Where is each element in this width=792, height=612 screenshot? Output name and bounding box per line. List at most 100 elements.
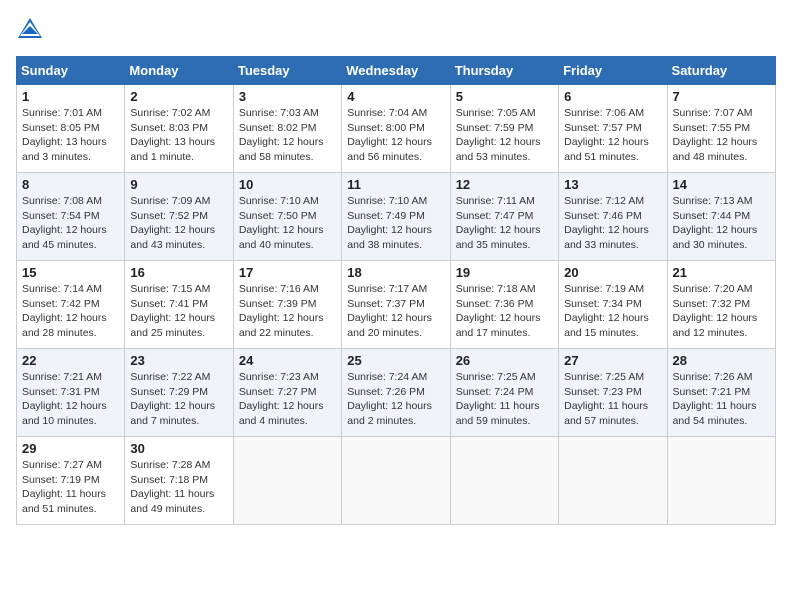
table-row: 10 Sunrise: 7:10 AMSunset: 7:50 PMDaylig… <box>233 173 341 261</box>
table-row <box>342 437 450 525</box>
table-row: 19 Sunrise: 7:18 AMSunset: 7:36 PMDaylig… <box>450 261 558 349</box>
table-row <box>667 437 775 525</box>
day-info: Sunrise: 7:28 AMSunset: 7:18 PMDaylight:… <box>130 459 214 515</box>
day-number: 6 <box>564 89 661 104</box>
day-number: 18 <box>347 265 444 280</box>
day-number: 12 <box>456 177 553 192</box>
col-sunday: Sunday <box>17 57 125 85</box>
table-row: 22 Sunrise: 7:21 AMSunset: 7:31 PMDaylig… <box>17 349 125 437</box>
day-number: 29 <box>22 441 119 456</box>
day-number: 4 <box>347 89 444 104</box>
table-row: 9 Sunrise: 7:09 AMSunset: 7:52 PMDayligh… <box>125 173 233 261</box>
table-row: 4 Sunrise: 7:04 AMSunset: 8:00 PMDayligh… <box>342 85 450 173</box>
day-info: Sunrise: 7:17 AMSunset: 7:37 PMDaylight:… <box>347 283 432 339</box>
table-row: 17 Sunrise: 7:16 AMSunset: 7:39 PMDaylig… <box>233 261 341 349</box>
table-row: 23 Sunrise: 7:22 AMSunset: 7:29 PMDaylig… <box>125 349 233 437</box>
day-info: Sunrise: 7:06 AMSunset: 7:57 PMDaylight:… <box>564 107 649 163</box>
day-info: Sunrise: 7:14 AMSunset: 7:42 PMDaylight:… <box>22 283 107 339</box>
day-number: 23 <box>130 353 227 368</box>
table-row: 20 Sunrise: 7:19 AMSunset: 7:34 PMDaylig… <box>559 261 667 349</box>
day-info: Sunrise: 7:04 AMSunset: 8:00 PMDaylight:… <box>347 107 432 163</box>
table-row: 16 Sunrise: 7:15 AMSunset: 7:41 PMDaylig… <box>125 261 233 349</box>
table-row: 8 Sunrise: 7:08 AMSunset: 7:54 PMDayligh… <box>17 173 125 261</box>
day-info: Sunrise: 7:07 AMSunset: 7:55 PMDaylight:… <box>673 107 758 163</box>
day-info: Sunrise: 7:03 AMSunset: 8:02 PMDaylight:… <box>239 107 324 163</box>
day-info: Sunrise: 7:08 AMSunset: 7:54 PMDaylight:… <box>22 195 107 251</box>
day-info: Sunrise: 7:11 AMSunset: 7:47 PMDaylight:… <box>456 195 541 251</box>
col-monday: Monday <box>125 57 233 85</box>
day-info: Sunrise: 7:15 AMSunset: 7:41 PMDaylight:… <box>130 283 215 339</box>
day-number: 14 <box>673 177 770 192</box>
table-row: 7 Sunrise: 7:07 AMSunset: 7:55 PMDayligh… <box>667 85 775 173</box>
day-number: 2 <box>130 89 227 104</box>
day-number: 26 <box>456 353 553 368</box>
table-row: 5 Sunrise: 7:05 AMSunset: 7:59 PMDayligh… <box>450 85 558 173</box>
day-number: 7 <box>673 89 770 104</box>
table-row: 1 Sunrise: 7:01 AMSunset: 8:05 PMDayligh… <box>17 85 125 173</box>
table-row: 21 Sunrise: 7:20 AMSunset: 7:32 PMDaylig… <box>667 261 775 349</box>
page-header <box>16 16 776 44</box>
table-row: 18 Sunrise: 7:17 AMSunset: 7:37 PMDaylig… <box>342 261 450 349</box>
day-number: 27 <box>564 353 661 368</box>
day-number: 21 <box>673 265 770 280</box>
table-row: 12 Sunrise: 7:11 AMSunset: 7:47 PMDaylig… <box>450 173 558 261</box>
table-row: 25 Sunrise: 7:24 AMSunset: 7:26 PMDaylig… <box>342 349 450 437</box>
day-info: Sunrise: 7:18 AMSunset: 7:36 PMDaylight:… <box>456 283 541 339</box>
day-number: 15 <box>22 265 119 280</box>
table-row <box>559 437 667 525</box>
day-number: 20 <box>564 265 661 280</box>
calendar-header-row: Sunday Monday Tuesday Wednesday Thursday… <box>17 57 776 85</box>
day-info: Sunrise: 7:20 AMSunset: 7:32 PMDaylight:… <box>673 283 758 339</box>
col-thursday: Thursday <box>450 57 558 85</box>
day-info: Sunrise: 7:01 AMSunset: 8:05 PMDaylight:… <box>22 107 107 163</box>
day-number: 22 <box>22 353 119 368</box>
day-number: 8 <box>22 177 119 192</box>
table-row: 11 Sunrise: 7:10 AMSunset: 7:49 PMDaylig… <box>342 173 450 261</box>
day-number: 19 <box>456 265 553 280</box>
day-info: Sunrise: 7:13 AMSunset: 7:44 PMDaylight:… <box>673 195 758 251</box>
day-info: Sunrise: 7:27 AMSunset: 7:19 PMDaylight:… <box>22 459 106 515</box>
day-info: Sunrise: 7:02 AMSunset: 8:03 PMDaylight:… <box>130 107 215 163</box>
table-row: 26 Sunrise: 7:25 AMSunset: 7:24 PMDaylig… <box>450 349 558 437</box>
col-friday: Friday <box>559 57 667 85</box>
col-saturday: Saturday <box>667 57 775 85</box>
day-info: Sunrise: 7:24 AMSunset: 7:26 PMDaylight:… <box>347 371 432 427</box>
day-number: 25 <box>347 353 444 368</box>
day-number: 17 <box>239 265 336 280</box>
day-info: Sunrise: 7:19 AMSunset: 7:34 PMDaylight:… <box>564 283 649 339</box>
day-number: 11 <box>347 177 444 192</box>
day-info: Sunrise: 7:16 AMSunset: 7:39 PMDaylight:… <box>239 283 324 339</box>
day-info: Sunrise: 7:26 AMSunset: 7:21 PMDaylight:… <box>673 371 757 427</box>
table-row: 28 Sunrise: 7:26 AMSunset: 7:21 PMDaylig… <box>667 349 775 437</box>
day-info: Sunrise: 7:10 AMSunset: 7:49 PMDaylight:… <box>347 195 432 251</box>
calendar-table: Sunday Monday Tuesday Wednesday Thursday… <box>16 56 776 525</box>
table-row: 15 Sunrise: 7:14 AMSunset: 7:42 PMDaylig… <box>17 261 125 349</box>
day-number: 30 <box>130 441 227 456</box>
table-row <box>233 437 341 525</box>
table-row: 30 Sunrise: 7:28 AMSunset: 7:18 PMDaylig… <box>125 437 233 525</box>
day-number: 16 <box>130 265 227 280</box>
table-row: 13 Sunrise: 7:12 AMSunset: 7:46 PMDaylig… <box>559 173 667 261</box>
table-row <box>450 437 558 525</box>
day-info: Sunrise: 7:25 AMSunset: 7:23 PMDaylight:… <box>564 371 648 427</box>
col-wednesday: Wednesday <box>342 57 450 85</box>
day-info: Sunrise: 7:25 AMSunset: 7:24 PMDaylight:… <box>456 371 540 427</box>
day-info: Sunrise: 7:09 AMSunset: 7:52 PMDaylight:… <box>130 195 215 251</box>
day-number: 28 <box>673 353 770 368</box>
day-info: Sunrise: 7:21 AMSunset: 7:31 PMDaylight:… <box>22 371 107 427</box>
calendar-week-row: 22 Sunrise: 7:21 AMSunset: 7:31 PMDaylig… <box>17 349 776 437</box>
calendar-week-row: 1 Sunrise: 7:01 AMSunset: 8:05 PMDayligh… <box>17 85 776 173</box>
day-number: 10 <box>239 177 336 192</box>
logo <box>16 16 48 44</box>
logo-icon <box>16 16 44 44</box>
table-row: 29 Sunrise: 7:27 AMSunset: 7:19 PMDaylig… <box>17 437 125 525</box>
calendar-week-row: 15 Sunrise: 7:14 AMSunset: 7:42 PMDaylig… <box>17 261 776 349</box>
day-number: 1 <box>22 89 119 104</box>
day-number: 24 <box>239 353 336 368</box>
day-number: 5 <box>456 89 553 104</box>
day-info: Sunrise: 7:22 AMSunset: 7:29 PMDaylight:… <box>130 371 215 427</box>
table-row: 27 Sunrise: 7:25 AMSunset: 7:23 PMDaylig… <box>559 349 667 437</box>
day-info: Sunrise: 7:10 AMSunset: 7:50 PMDaylight:… <box>239 195 324 251</box>
col-tuesday: Tuesday <box>233 57 341 85</box>
day-number: 9 <box>130 177 227 192</box>
